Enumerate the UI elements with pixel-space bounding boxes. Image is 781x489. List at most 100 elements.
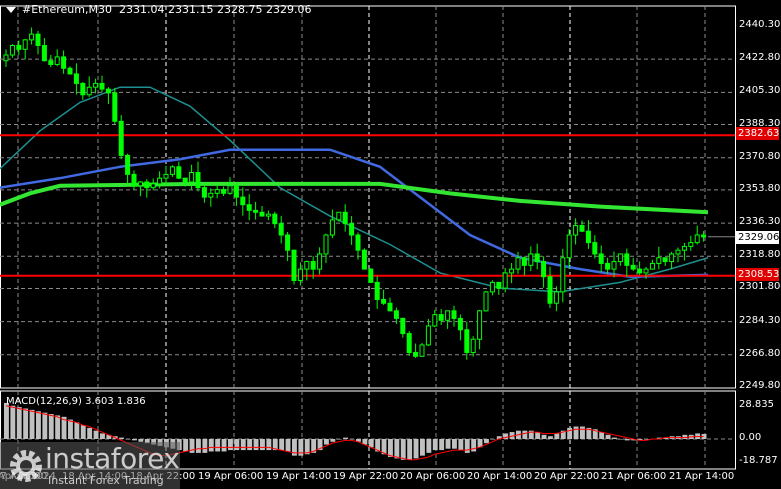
macd-histogram-bar [10, 405, 16, 439]
candle-body [73, 73, 79, 84]
candle-body [35, 33, 41, 47]
candle-body [259, 211, 265, 217]
price-chart[interactable] [0, 0, 781, 489]
candle-body [515, 257, 521, 270]
candle-body [425, 325, 431, 346]
macd-histogram-bar [420, 439, 425, 456]
candle-body [592, 242, 598, 255]
candle-body [278, 223, 284, 236]
candle-body [131, 173, 137, 187]
macd-histogram-bar [196, 439, 201, 453]
candle-body [662, 257, 668, 263]
macd-histogram-bar [42, 412, 48, 439]
candle-body [253, 209, 259, 213]
candle-body [669, 253, 675, 263]
macd-histogram-bar [413, 439, 419, 459]
ohlc-open: 2331.04 [118, 3, 165, 16]
candle-body [317, 253, 323, 270]
macd-histogram-bar [612, 437, 617, 439]
dropdown-triangle-icon[interactable] [6, 7, 16, 13]
macd-histogram-bar [221, 439, 227, 452]
macd-histogram-bar [522, 430, 528, 439]
macd-label: MACD(12,26,9) 3.603 1.836 [6, 396, 146, 407]
macd-histogram-bar [16, 407, 22, 439]
candle-body [246, 204, 252, 211]
candle-body [400, 317, 406, 335]
macd-histogram-bar [285, 439, 291, 452]
candle-body [41, 45, 47, 62]
candle-body [573, 225, 579, 236]
candle-body [521, 257, 527, 266]
candle-body [150, 183, 156, 189]
candle-body [477, 310, 483, 340]
candle-body [67, 67, 73, 75]
candle-body [189, 171, 195, 183]
macd-histogram-bar [554, 433, 560, 439]
ohlc-low: 2328.75 [216, 3, 263, 16]
candle-body [566, 234, 572, 259]
macd-histogram-bar [439, 439, 445, 451]
price-axis-label: 2301.80 [739, 281, 781, 293]
candle-body [342, 211, 348, 225]
candle-body [694, 234, 700, 244]
macd-histogram-bar [253, 439, 259, 451]
candle-body [649, 262, 655, 270]
macd-histogram-bar [484, 439, 489, 444]
macd-histogram-bar [74, 422, 80, 439]
candle-body [361, 249, 367, 270]
price-axis-label: 2370.80 [739, 150, 781, 162]
macd-histogram-bar [132, 439, 137, 441]
macd-histogram-bar [573, 426, 579, 439]
candle-body [419, 344, 425, 357]
candle-body [617, 253, 623, 263]
candle-body [451, 310, 457, 319]
candle-body [214, 189, 220, 194]
candle-body [413, 352, 419, 357]
candle-body [496, 281, 502, 289]
macd-histogram-bar [29, 409, 35, 439]
candle-body [157, 177, 163, 185]
macd-histogram-bar [624, 439, 630, 441]
candle-body [656, 257, 662, 264]
candle-body [464, 329, 470, 354]
macd-histogram-bar [394, 439, 400, 459]
macd-histogram-bar [452, 439, 457, 449]
time-axis-label: 20 Apr 14:00 [467, 471, 533, 482]
candle-body [381, 298, 387, 304]
candle-body [579, 225, 585, 232]
candle-body [323, 234, 329, 255]
chart-title: #Ethereum,M30 2331.04 2331.15 2328.75 23… [6, 3, 311, 16]
macd-histogram-bar [80, 425, 86, 439]
candle-body [688, 242, 694, 247]
macd-axis-label: -18.787 [739, 455, 778, 466]
macd-axis-label: 0.00 [739, 432, 762, 443]
price-axis-label: 2266.80 [739, 347, 781, 359]
gear-logo-icon [10, 450, 42, 482]
candle-body [611, 261, 617, 270]
candle-body [483, 291, 489, 312]
candle-body [701, 234, 707, 238]
time-axis-label: 19 Apr 06:00 [198, 471, 264, 482]
macd-histogram-bar [23, 408, 29, 439]
candle-body [176, 166, 182, 179]
candle-body [9, 45, 15, 56]
candle-body [509, 268, 515, 274]
candle-body [195, 171, 201, 189]
candle-body [86, 86, 92, 96]
current-price-tag: 2329.06 [736, 231, 780, 244]
macd-histogram-bar [234, 439, 240, 451]
macd-histogram-bar [471, 439, 477, 452]
symbol-label: #Ethereum,M30 [22, 3, 112, 16]
macd-histogram-bar [279, 439, 285, 451]
candle-body [406, 333, 412, 354]
price-axis-label: 2405.30 [739, 85, 781, 97]
candle-body [61, 56, 67, 69]
candle-body [240, 196, 246, 206]
candle-body [393, 310, 399, 319]
price-axis-label: 2353.80 [739, 182, 781, 194]
candle-body [624, 253, 630, 266]
macd-histogram-bar [324, 439, 329, 445]
time-axis-label: 21 Apr 06:00 [601, 471, 667, 482]
macd-histogram-bar [183, 439, 189, 452]
candle-body [598, 253, 604, 264]
